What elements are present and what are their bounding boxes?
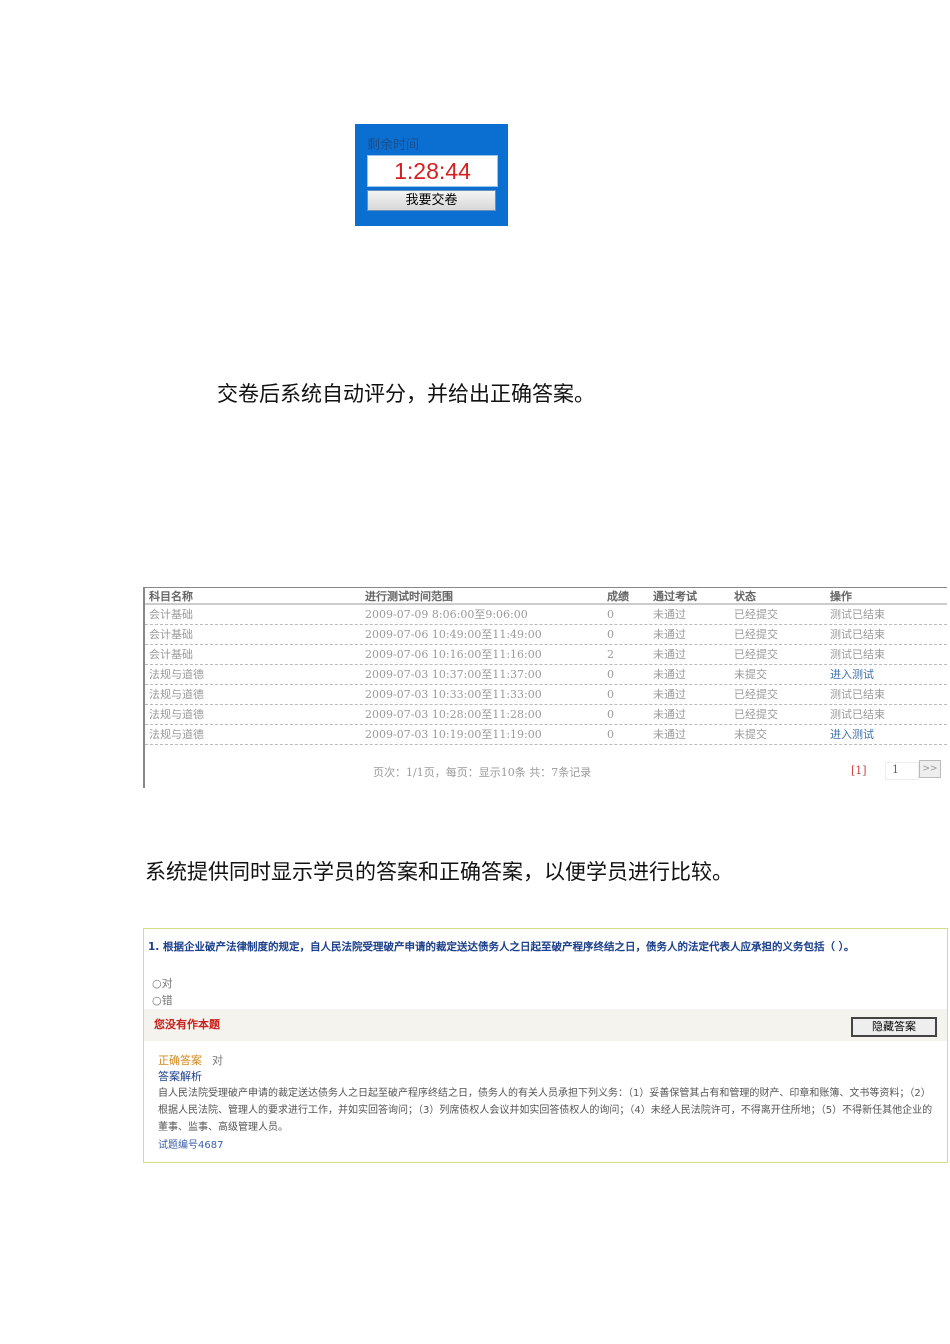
remaining-time-label: 剩余时间 bbox=[367, 138, 420, 153]
question-id: 试题编号4687 bbox=[158, 1140, 224, 1151]
paragraph-auto-grading: 交卷后系统自动评分，并给出正确答案。 bbox=[217, 382, 595, 406]
table-row: 法规与道德 2009-07-03 10:19:00至11:19:00 0 未通过 未提交… bbox=[145, 725, 947, 745]
header-subject: 科目名称 bbox=[149, 590, 193, 603]
cell-action[interactable]: 进入测试 bbox=[830, 665, 874, 684]
cell-action[interactable]: 进入测试 bbox=[830, 725, 874, 744]
question-card: 1. 根据企业破产法律制度的规定，自人民法院受理破产申请的裁定送达债务人之日起至… bbox=[143, 928, 948, 1163]
cell-time-range: 2009-07-06 10:16:00至11:16:00 bbox=[365, 648, 542, 661]
cell-score: 0 bbox=[607, 728, 614, 741]
exam-records-table: 科目名称 进行测试时间范围 成绩 通过考试 状态 操作 会计基础 2009-07-… bbox=[143, 587, 947, 788]
result-bar: 您没有作本题 隐藏答案 bbox=[144, 1009, 947, 1041]
cell-action: 测试已结束 bbox=[830, 708, 885, 721]
cell-passed: 未通过 bbox=[653, 668, 686, 681]
cell-action: 测试已结束 bbox=[830, 648, 885, 661]
cell-status: 已经提交 bbox=[734, 708, 778, 721]
table-row: 会计基础 2009-07-09 8:06:00至9:06:00 0 未通过 已经提交 测试… bbox=[145, 605, 947, 625]
remaining-time-value: 1:28:44 bbox=[367, 155, 498, 187]
analysis-label: 答案解析 bbox=[158, 1070, 202, 1083]
table-header: 科目名称 进行测试时间范围 成绩 通过考试 状态 操作 bbox=[145, 588, 947, 605]
cell-time-range: 2009-07-03 10:28:00至11:28:00 bbox=[365, 708, 542, 721]
cell-action: 测试已结束 bbox=[830, 688, 885, 701]
correct-answer-label: 正确答案 bbox=[158, 1054, 202, 1067]
cell-status: 已经提交 bbox=[734, 688, 778, 701]
cell-passed: 未通过 bbox=[653, 728, 686, 741]
cell-passed: 未通过 bbox=[653, 628, 686, 641]
cell-score: 0 bbox=[607, 608, 614, 621]
page-link-1[interactable]: [1] bbox=[851, 764, 867, 777]
header-score: 成绩 bbox=[607, 590, 629, 603]
header-passed: 通过考试 bbox=[653, 590, 697, 603]
cell-score: 0 bbox=[607, 668, 614, 681]
cell-status: 未提交 bbox=[734, 728, 767, 741]
analysis-text: 自人民法院受理破产申请的裁定送达债务人之日起至破产程序终结之日，债务人的有关人员… bbox=[158, 1088, 933, 1133]
cell-subject: 会计基础 bbox=[149, 648, 193, 661]
cell-score: 0 bbox=[607, 628, 614, 641]
cell-passed: 未通过 bbox=[653, 648, 686, 661]
cell-score: 2 bbox=[607, 648, 614, 661]
question-title: 1. 根据企业破产法律制度的规定，自人民法院受理破产申请的裁定送达债务人之日起至… bbox=[148, 941, 855, 953]
cell-time-range: 2009-07-06 10:49:00至11:49:00 bbox=[365, 628, 542, 641]
submit-exam-button[interactable]: 我要交卷 bbox=[367, 190, 496, 211]
header-time-range: 进行测试时间范围 bbox=[365, 590, 453, 603]
cell-time-range: 2009-07-09 8:06:00至9:06:00 bbox=[365, 608, 528, 621]
cell-status: 未提交 bbox=[734, 668, 767, 681]
option-true[interactable]: ○对 bbox=[152, 975, 173, 991]
table-row: 法规与道德 2009-07-03 10:37:00至11:37:00 0 未通过 未提交… bbox=[145, 665, 947, 685]
cell-score: 0 bbox=[607, 688, 614, 701]
table-row: 会计基础 2009-07-06 10:16:00至11:16:00 2 未通过 已经提交… bbox=[145, 645, 947, 665]
cell-status: 已经提交 bbox=[734, 608, 778, 621]
table-row: 法规与道德 2009-07-03 10:28:00至11:28:00 0 未通过 已经提… bbox=[145, 705, 947, 725]
cell-passed: 未通过 bbox=[653, 608, 686, 621]
cell-subject: 会计基础 bbox=[149, 628, 193, 641]
cell-status: 已经提交 bbox=[734, 628, 778, 641]
hide-answer-button[interactable]: 隐藏答案 bbox=[851, 1017, 937, 1037]
table-row: 会计基础 2009-07-06 10:49:00至11:49:00 0 未通过 已经提交… bbox=[145, 625, 947, 645]
cell-subject: 法规与道德 bbox=[149, 688, 204, 701]
cell-time-range: 2009-07-03 10:33:00至11:33:00 bbox=[365, 688, 542, 701]
correct-answer-value: 对 bbox=[212, 1054, 223, 1067]
page-number-input[interactable]: 1 bbox=[885, 762, 919, 780]
cell-action: 测试已结束 bbox=[830, 628, 885, 641]
cell-subject: 法规与道德 bbox=[149, 708, 204, 721]
pagination-summary: 页次：1/1页，每页：显示10条 共：7条记录 bbox=[373, 766, 592, 779]
next-page-button[interactable]: >> bbox=[919, 760, 941, 778]
cell-subject: 法规与道德 bbox=[149, 668, 204, 681]
option-false[interactable]: ○错 bbox=[152, 992, 173, 1008]
cell-subject: 法规与道德 bbox=[149, 728, 204, 741]
not-answered-warning: 您没有作本题 bbox=[154, 1018, 220, 1031]
table-row: 法规与道德 2009-07-03 10:33:00至11:33:00 0 未通过 已经提… bbox=[145, 685, 947, 705]
header-action: 操作 bbox=[830, 590, 852, 603]
cell-subject: 会计基础 bbox=[149, 608, 193, 621]
cell-score: 0 bbox=[607, 708, 614, 721]
table-pagination: 页次：1/1页，每页：显示10条 共：7条记录 [1] 1 >> bbox=[145, 760, 947, 784]
option-false-label: 错 bbox=[161, 994, 173, 1007]
cell-status: 已经提交 bbox=[734, 648, 778, 661]
cell-time-range: 2009-07-03 10:19:00至11:19:00 bbox=[365, 728, 542, 741]
option-true-label: 对 bbox=[161, 977, 173, 990]
cell-time-range: 2009-07-03 10:37:00至11:37:00 bbox=[365, 668, 542, 681]
cell-passed: 未通过 bbox=[653, 708, 686, 721]
header-status: 状态 bbox=[734, 590, 756, 603]
cell-passed: 未通过 bbox=[653, 688, 686, 701]
paragraph-answer-comparison: 系统提供同时显示学员的答案和正确答案，以便学员进行比较。 bbox=[145, 860, 733, 884]
document-page: 剩余时间 1:28:44 我要交卷 交卷后系统自动评分，并给出正确答案。 科目名… bbox=[0, 0, 950, 1344]
countdown-panel: 剩余时间 1:28:44 我要交卷 bbox=[355, 124, 508, 226]
cell-action: 测试已结束 bbox=[830, 608, 885, 621]
